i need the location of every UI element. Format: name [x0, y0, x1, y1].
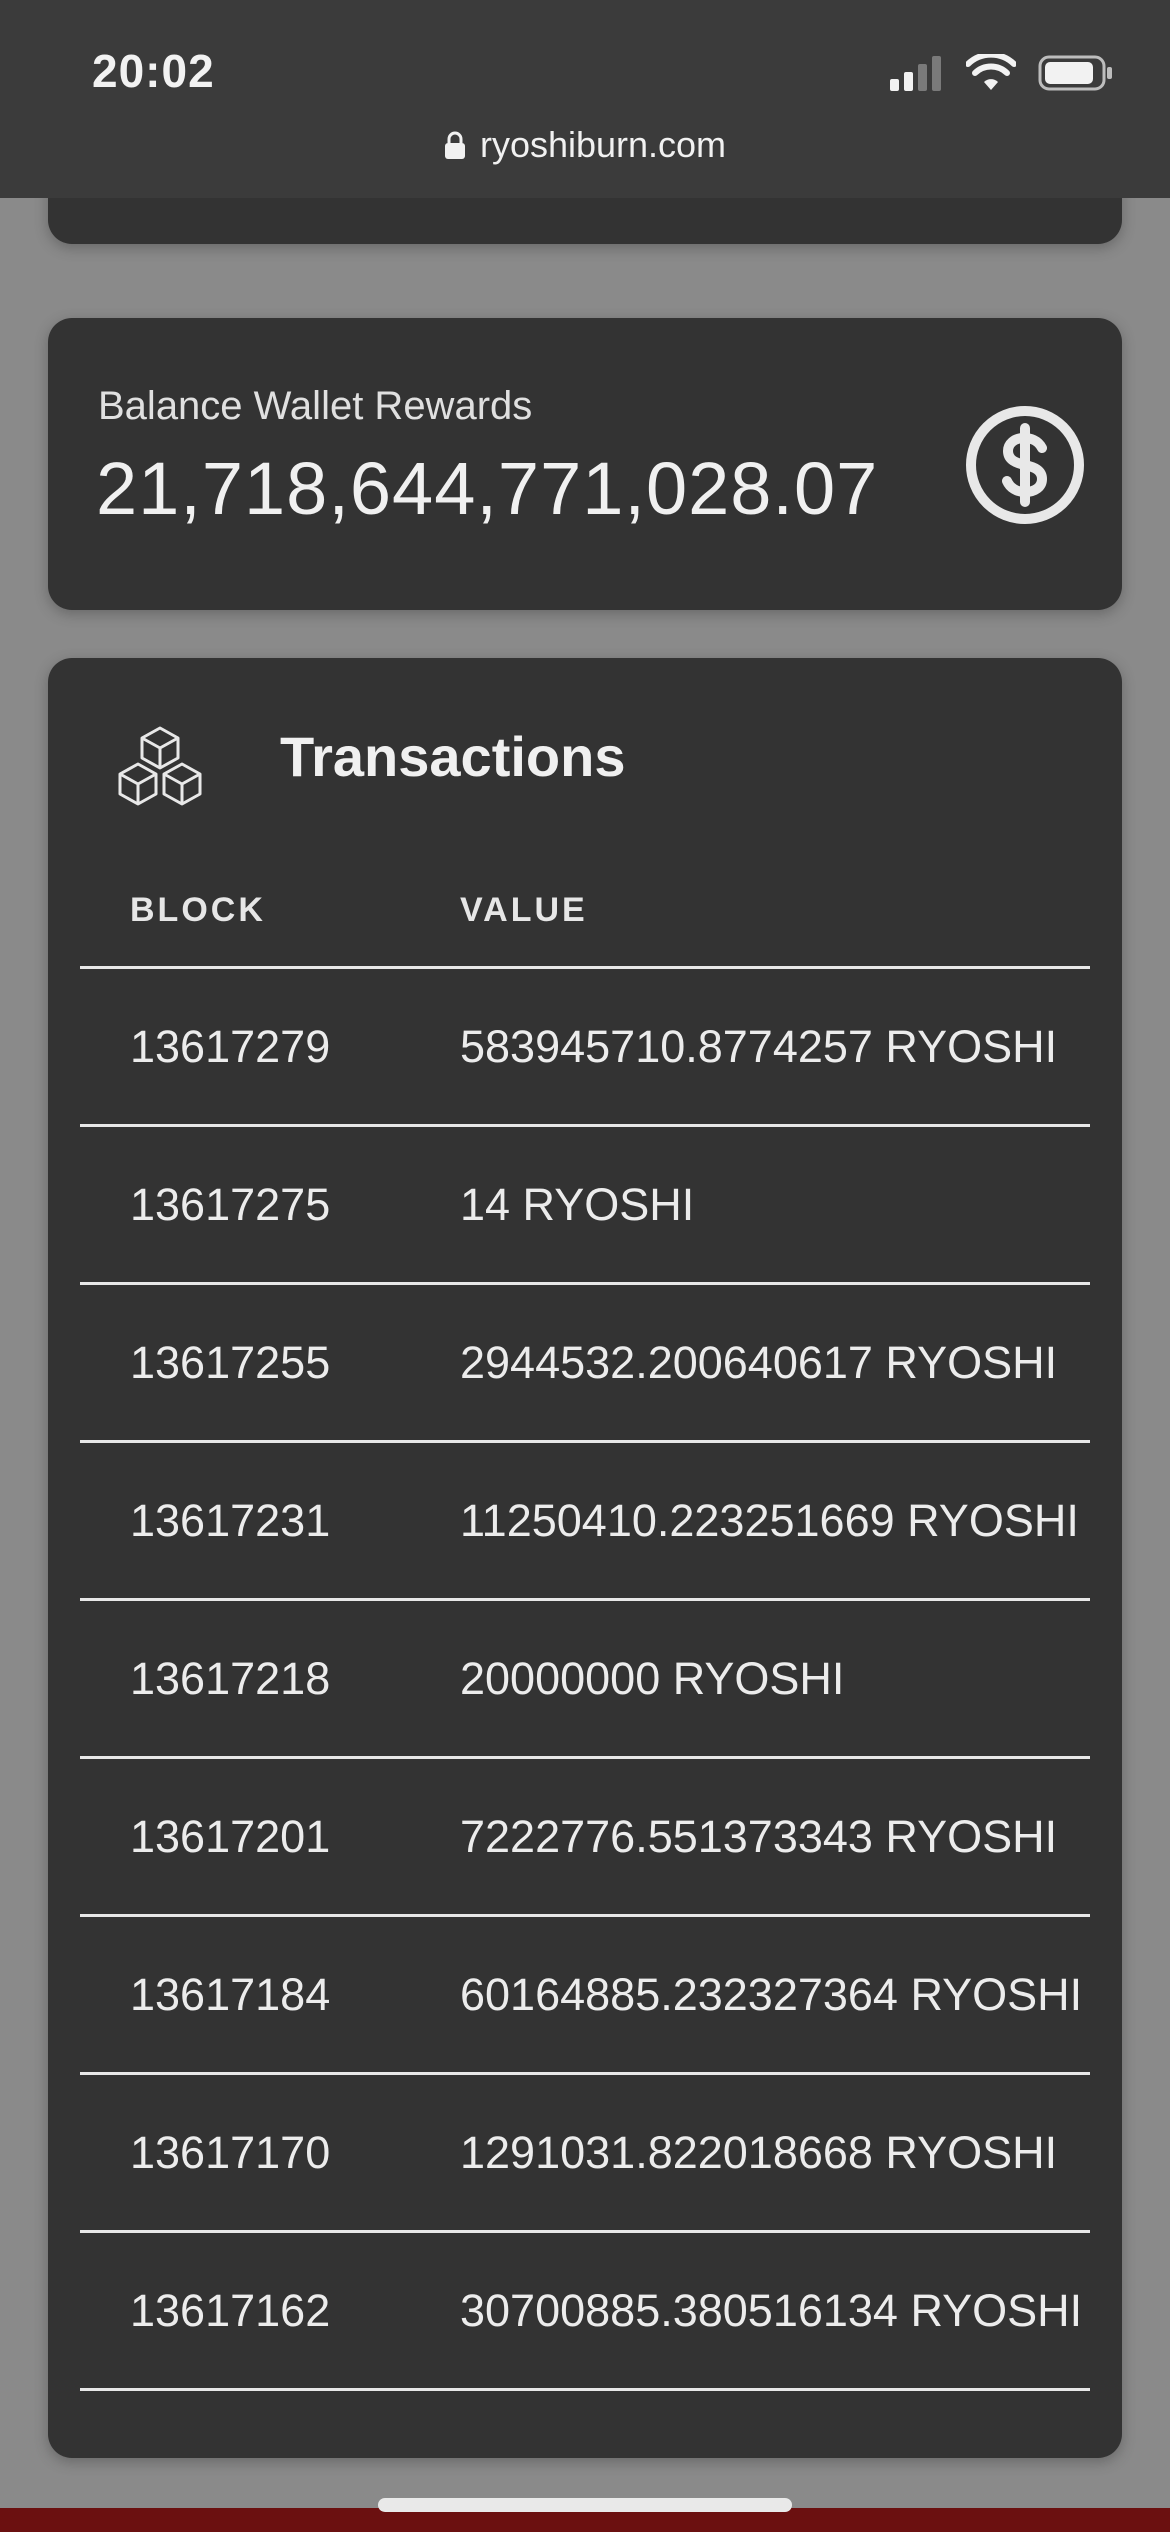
value-cell: 1291031.822018668 RYOSHI — [460, 2126, 1058, 2178]
transactions-title: Transactions — [280, 725, 626, 788]
url-text: ryoshiburn.com — [479, 124, 727, 165]
table-row: 13617162 30700885.380516134 RYOSHI — [80, 2233, 1090, 2391]
address-bar[interactable]: ryoshiburn.com — [0, 124, 1170, 166]
table-row: 13617170 1291031.822018668 RYOSHI — [80, 2075, 1090, 2233]
table-row: 13617218 20000000 RYOSHI — [80, 1601, 1090, 1759]
block-cell: 13617275 — [130, 1178, 331, 1230]
balance-value: 21,718,644,771,028.07 — [96, 447, 879, 530]
blocks-icon — [118, 726, 202, 806]
status-icons — [888, 50, 1114, 96]
value-cell: 7222776.551373343 RYOSHI — [460, 1810, 1058, 1862]
block-cell: 13617201 — [130, 1810, 331, 1862]
balance-card: Balance Wallet Rewards 21,718,644,771,02… — [48, 318, 1122, 610]
dollar-circle-icon — [966, 406, 1084, 524]
table-row: 13617201 7222776.551373343 RYOSHI — [80, 1759, 1090, 1917]
home-indicator[interactable] — [378, 2498, 792, 2512]
value-cell: 2944532.200640617 RYOSHI — [460, 1336, 1058, 1388]
value-cell: 30700885.380516134 RYOSHI — [460, 2284, 1083, 2336]
value-cell: 60164885.232327364 RYOSHI — [460, 1968, 1083, 2020]
block-cell: 13617255 — [130, 1336, 331, 1388]
block-cell: 13617162 — [130, 2284, 331, 2336]
value-cell: 11250410.223251669 RYOSHI — [460, 1494, 1079, 1546]
status-time: 20:02 — [92, 45, 215, 97]
balance-label: Balance Wallet Rewards — [98, 384, 533, 428]
value-cell: 14 RYOSHI — [460, 1178, 695, 1230]
value-cell: 583945710.8774257 RYOSHI — [460, 1020, 1058, 1072]
transactions-table: BLOCK VALUE 13617279 583945710.8774257 R… — [80, 854, 1090, 2391]
block-cell: 13617184 — [130, 1968, 331, 2020]
table-header: BLOCK VALUE — [80, 854, 1090, 969]
table-row: 13617279 583945710.8774257 RYOSHI — [80, 969, 1090, 1127]
table-row: 13617255 2944532.200640617 RYOSHI — [80, 1285, 1090, 1443]
value-cell: 20000000 RYOSHI — [460, 1652, 845, 1704]
transactions-card: Transactions BLOCK VALUE 13617279 583945… — [48, 658, 1122, 2458]
status-bar: 20:02 ryoshiburn.com — [0, 0, 1170, 198]
block-cell: 13617231 — [130, 1494, 331, 1546]
table-row: 13617231 11250410.223251669 RYOSHI — [80, 1443, 1090, 1601]
column-header-value: VALUE — [460, 890, 588, 929]
block-cell: 13617170 — [130, 2126, 331, 2178]
block-cell: 13617218 — [130, 1652, 331, 1704]
table-row: 13617184 60164885.232327364 RYOSHI — [80, 1917, 1090, 2075]
wifi-icon — [966, 54, 1016, 90]
column-header-block: BLOCK — [130, 890, 266, 929]
lock-icon — [444, 131, 465, 159]
block-cell: 13617279 — [130, 1020, 331, 1072]
table-row: 13617275 14 RYOSHI — [80, 1127, 1090, 1285]
battery-icon — [1038, 55, 1112, 91]
cellular-signal-icon — [890, 56, 941, 91]
